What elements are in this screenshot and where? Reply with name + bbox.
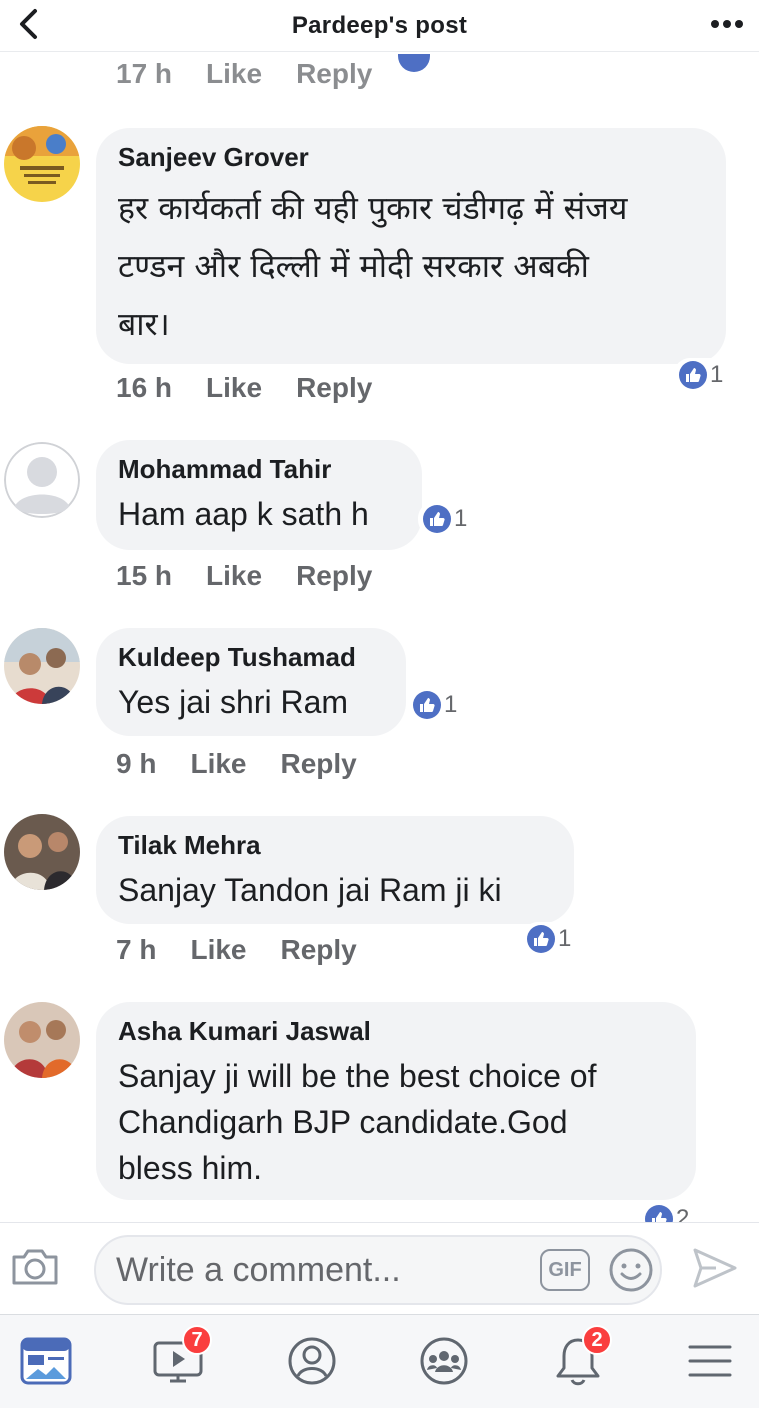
nav-profile[interactable]: [282, 1331, 342, 1391]
reply-link[interactable]: Reply: [281, 934, 357, 966]
comment-time: 15 h: [116, 560, 173, 591]
comment-line: Chandigarh BJP candidate.God: [118, 1104, 568, 1140]
camera-icon: [12, 1249, 58, 1285]
comment-text: Yes jai shri Ram: [118, 684, 349, 720]
avatar-tilak-mehra[interactable]: [4, 814, 80, 890]
groups-icon: [420, 1337, 468, 1385]
like-reaction-icon: [527, 925, 555, 953]
gif-button[interactable]: GIF: [540, 1249, 590, 1291]
camera-button[interactable]: [10, 1245, 60, 1295]
comment-bubble[interactable]: Kuldeep Tushamad Yes jai shri Ram: [96, 628, 406, 736]
send-icon: [693, 1248, 737, 1288]
comment-input[interactable]: [116, 1250, 516, 1290]
reaction-number: 1: [454, 505, 468, 532]
reply-link[interactable]: Reply: [296, 58, 372, 90]
comment-author[interactable]: Kuldeep Tushamad: [118, 642, 384, 673]
like-link[interactable]: Like: [190, 748, 246, 780]
comment-bubble[interactable]: Tilak Mehra Sanjay Tandon jai Ram ji ki: [96, 816, 574, 924]
comments-feed[interactable]: 17 h Like Reply Sanjeev Grover हर कार्यक…: [0, 52, 759, 1222]
more-options-button[interactable]: [709, 6, 745, 42]
reply-link[interactable]: Reply: [281, 748, 357, 780]
comment-text: Sanjay ji will be the best choice of Cha…: [118, 1053, 674, 1191]
like-reaction-icon: [645, 1205, 673, 1222]
comment-meta: 16 h Like Reply: [116, 372, 372, 404]
nav-news-feed[interactable]: [16, 1331, 76, 1391]
nav-groups[interactable]: [414, 1331, 474, 1391]
reaction-count[interactable]: 1: [522, 922, 576, 956]
comment-time: 9 h: [116, 748, 157, 779]
sticker-button[interactable]: [608, 1247, 654, 1298]
comment-line: Sanjay ji will be the best choice of: [118, 1058, 597, 1094]
comment-bubble[interactable]: Asha Kumari Jaswal Sanjay ji will be the…: [96, 1002, 696, 1200]
avatar-sanjeev-grover[interactable]: [4, 126, 80, 202]
like-reaction-icon: [423, 505, 451, 533]
comment-meta: 15 h Like Reply: [116, 560, 372, 592]
comment-time: 16 h: [116, 372, 173, 403]
back-arrow-icon: [20, 9, 37, 39]
page-title: Pardeep's post: [291, 11, 468, 39]
comment-text: Sanjay Tandon jai Ram ji ki: [118, 872, 502, 908]
nav-notifications[interactable]: 2: [548, 1325, 612, 1391]
comment-author[interactable]: Tilak Mehra: [118, 830, 552, 861]
reaction-number: 1: [710, 361, 724, 388]
comment-author[interactable]: Mohammad Tahir: [118, 454, 400, 485]
menu-icon: [688, 1345, 732, 1377]
comment-composer: GIF: [0, 1222, 759, 1314]
avatar-mohammad-tahir[interactable]: [4, 442, 80, 518]
reaction-count[interactable]: 1: [408, 688, 462, 722]
avatar-asha-kumari-jaswal[interactable]: [4, 1002, 80, 1078]
nav-watch[interactable]: 7: [148, 1325, 212, 1391]
reaction-number: 1: [558, 925, 572, 952]
comment-line: बार।: [118, 305, 170, 343]
reaction-count[interactable]: 1: [674, 358, 728, 392]
reaction-number: 1: [444, 691, 458, 718]
watch-badge: 7: [182, 1325, 212, 1355]
post-header: Pardeep's post: [0, 0, 759, 52]
like-link[interactable]: Like: [206, 372, 262, 404]
comment-bubble[interactable]: Mohammad Tahir Ham aap k sath h: [96, 440, 422, 550]
back-button[interactable]: [10, 6, 46, 42]
like-link[interactable]: Like: [206, 560, 262, 592]
like-link[interactable]: Like: [190, 934, 246, 966]
reply-link[interactable]: Reply: [296, 372, 372, 404]
comment-line: bless him.: [118, 1150, 263, 1186]
more-dots-icon: [711, 20, 743, 28]
comment-input-field[interactable]: GIF: [94, 1235, 662, 1305]
profile-icon: [288, 1337, 336, 1385]
reaction-count[interactable]: 1: [418, 502, 472, 536]
like-link[interactable]: Like: [206, 58, 262, 90]
comment-bubble[interactable]: Sanjeev Grover हर कार्यकर्ता की यही पुका…: [96, 128, 726, 364]
comment-text: Ham aap k sath h: [118, 496, 369, 532]
reaction-count[interactable]: 2: [640, 1202, 694, 1222]
avatar-kuldeep-tushamad[interactable]: [4, 628, 80, 704]
news-feed-icon: [20, 1337, 72, 1385]
comment-text: हर कार्यकर्ता की यही पुकार चंडीगढ़ में स…: [118, 179, 704, 353]
bottom-navigation: 7 2: [0, 1314, 759, 1408]
comment-line: हर कार्यकर्ता की यही पुकार चंडीगढ़ में स…: [118, 189, 628, 227]
reply-link[interactable]: Reply: [296, 560, 372, 592]
comment-meta-partial: 17 h Like Reply: [116, 58, 372, 90]
reaction-icon-partial: [398, 54, 430, 72]
smiley-icon: [609, 1248, 653, 1292]
comment-meta: 9 h Like Reply: [116, 748, 357, 780]
reaction-number: 2: [676, 1205, 690, 1222]
comment-time: 17 h: [116, 58, 173, 89]
notifications-badge: 2: [582, 1325, 612, 1355]
comment-line: टण्डन और दिल्ली में मोदी सरकार अबकी: [118, 247, 589, 285]
comment-meta: 7 h Like Reply: [116, 934, 357, 966]
send-button[interactable]: [692, 1247, 738, 1294]
nav-menu[interactable]: [680, 1331, 740, 1391]
like-reaction-icon: [413, 691, 441, 719]
comment-author[interactable]: Asha Kumari Jaswal: [118, 1016, 674, 1047]
like-reaction-icon: [679, 361, 707, 389]
comment-time: 7 h: [116, 934, 157, 965]
comment-author[interactable]: Sanjeev Grover: [118, 142, 704, 173]
